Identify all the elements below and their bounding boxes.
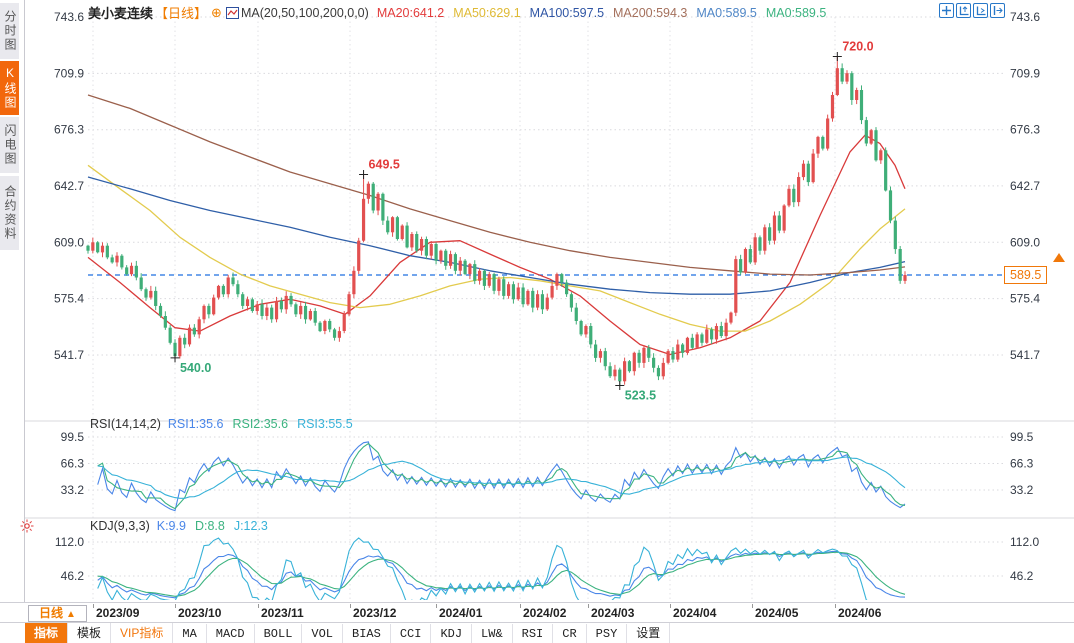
x-tick [752, 604, 753, 608]
svg-text:676.3: 676.3 [54, 123, 84, 137]
toolbar-item-xx-1[interactable]: 模板 [68, 623, 111, 643]
toolbar-item-vol-6[interactable]: VOL [302, 624, 343, 643]
x-tick-label-0: 2023/09 [96, 606, 139, 620]
toolbar-item-xx-0[interactable]: 指标 [25, 623, 68, 643]
crosshair-icon[interactable] [939, 3, 954, 18]
period-selector-button[interactable]: 日线▲ [28, 605, 87, 622]
toolbar-item-xx-14[interactable]: 设置 [627, 623, 670, 643]
svg-text:523.5: 523.5 [625, 388, 656, 402]
toolbar-item-lwx-10[interactable]: LW& [472, 624, 513, 643]
svg-text:575.4: 575.4 [1010, 292, 1040, 306]
indicator-settings-sun-icon[interactable] [20, 519, 34, 533]
svg-text:540.0: 540.0 [180, 361, 211, 375]
toolbar-item-macd-4[interactable]: MACD [207, 624, 255, 643]
x-tick [835, 604, 836, 608]
toolbar-item-cci-8[interactable]: CCI [391, 624, 432, 643]
toolbar-item-psy-13[interactable]: PSY [587, 624, 628, 643]
svg-text:46.2: 46.2 [1010, 569, 1034, 583]
ma-params-label: MA(20,50,100,200,0,0) [241, 6, 369, 20]
toolbar-item-rsi-11[interactable]: RSI [513, 624, 554, 643]
x-tick-label-1: 2023/10 [178, 606, 221, 620]
ma-value-3: MA200:594.3 [613, 6, 687, 20]
toolbar-item-vipxx-2[interactable]: VIP指标 [111, 623, 173, 643]
chart-corner-tools [937, 3, 1005, 21]
x-tick [670, 604, 671, 608]
x-tick [520, 604, 521, 608]
svg-text:709.9: 709.9 [1010, 66, 1040, 80]
svg-text:609.0: 609.0 [1010, 235, 1040, 249]
svg-text:33.2: 33.2 [61, 483, 85, 497]
x-tick-label-7: 2024/04 [673, 606, 716, 620]
svg-text:66.3: 66.3 [1010, 457, 1034, 471]
x-tick-label-6: 2024/03 [591, 606, 634, 620]
kdj-value-1: D:8.8 [195, 519, 225, 533]
svg-text:720.0: 720.0 [842, 40, 873, 54]
ma-value-2: MA100:597.5 [530, 6, 604, 20]
chart-canvas[interactable]: 743.6 743.6 709.9 709.9 676.3 676.3 642.7 642.7… [0, 0, 1074, 602]
svg-text:541.7: 541.7 [54, 348, 84, 362]
toolbar-item-bias-7[interactable]: BIAS [343, 624, 391, 643]
ma-values: MA20:641.2 MA50:629.1 MA100:597.5 MA200:594… [377, 5, 836, 19]
x-tick-label-4: 2024/01 [439, 606, 482, 620]
ma-value-1: MA50:629.1 [453, 6, 520, 20]
ma-value-4: MA0:589.5 [696, 6, 756, 20]
period-tag: 【日线】 [155, 6, 207, 21]
svg-text:575.4: 575.4 [54, 292, 84, 306]
svg-text:642.7: 642.7 [1010, 179, 1040, 193]
rsi-params-label: RSI(14,14,2) [90, 417, 161, 431]
last-price-tag: 589.5 [1004, 266, 1047, 284]
svg-text:743.6: 743.6 [54, 10, 84, 24]
svg-text:709.9: 709.9 [54, 66, 84, 80]
toolbar-item-cr-12[interactable]: CR [553, 624, 586, 643]
date-axis: 日线▲ 2023/09 2023/10 2023/11 2023/12 2024/01 2… [0, 602, 1074, 623]
svg-text:66.3: 66.3 [61, 457, 85, 471]
svg-text:99.5: 99.5 [61, 430, 85, 444]
kdj-value-0: K:9.9 [157, 519, 186, 533]
x-tick-label-8: 2024/05 [755, 606, 798, 620]
toolbar-item-kdj-9[interactable]: KDJ [431, 624, 472, 643]
kdj-header: KDJ(9,3,3) K:9.9 D:8.8 J:12.3 [90, 519, 286, 533]
ma-value-5: MA0:589.5 [766, 6, 826, 20]
svg-text:743.6: 743.6 [1010, 10, 1040, 24]
ma-value-0: MA20:641.2 [377, 6, 444, 20]
rsi-value-1: RSI2:35.6 [232, 417, 288, 431]
chart-header: 美小麦连续【日线】 ⊕ MA(20,50,100,200,0,0) MA20:641.… [88, 3, 835, 21]
x-tick-label-3: 2023/12 [353, 606, 396, 620]
x-tick [350, 604, 351, 608]
svg-text:676.3: 676.3 [1010, 123, 1040, 137]
svg-text:541.7: 541.7 [1010, 348, 1040, 362]
axis-zoom-icon[interactable] [956, 3, 971, 18]
x-tick [436, 604, 437, 608]
svg-text:112.0: 112.0 [55, 535, 84, 549]
svg-text:46.2: 46.2 [61, 569, 85, 583]
toolbar-item-boll-5[interactable]: BOLL [255, 624, 303, 643]
kdj-params-label: KDJ(9,3,3) [90, 519, 150, 533]
svg-text:642.7: 642.7 [54, 179, 84, 193]
x-tick [175, 604, 176, 608]
rsi-value-0: RSI1:35.6 [168, 417, 224, 431]
rsi-value-2: RSI3:55.5 [297, 417, 353, 431]
svg-text:609.0: 609.0 [54, 235, 84, 249]
svg-text:99.5: 99.5 [1010, 430, 1034, 444]
mini-chart-icon [226, 7, 239, 19]
collapse-right-icon[interactable] [990, 3, 1005, 18]
kline-app: 分时图K线图闪电图合约资料 743.6743.6709.9709.9676.36… [0, 0, 1074, 643]
x-tick [588, 604, 589, 608]
add-overlay-icon[interactable]: ⊕ [211, 5, 222, 20]
x-tick [93, 604, 94, 608]
symbol-title: 美小麦连续 [88, 6, 153, 21]
x-tick-label-9: 2024/06 [838, 606, 881, 620]
indicator-toolbar: 指标模板VIP指标MAMACDBOLLVOLBIASCCIKDJLW&RSICR… [0, 622, 1074, 643]
svg-text:33.2: 33.2 [1010, 483, 1034, 497]
x-tick-label-5: 2024/02 [523, 606, 566, 620]
x-tick-label-2: 2023/11 [261, 606, 304, 620]
axis-pan-icon[interactable] [973, 3, 988, 18]
svg-text:112.0: 112.0 [1010, 535, 1039, 549]
price-up-arrow-icon [1053, 253, 1065, 262]
toolbar-item-ma-3[interactable]: MA [173, 624, 206, 643]
kdj-value-2: J:12.3 [234, 519, 268, 533]
svg-text:649.5: 649.5 [369, 158, 400, 172]
rsi-header: RSI(14,14,2) RSI1:35.6 RSI2:35.6 RSI3:55.5 [90, 417, 371, 431]
x-tick [258, 604, 259, 608]
